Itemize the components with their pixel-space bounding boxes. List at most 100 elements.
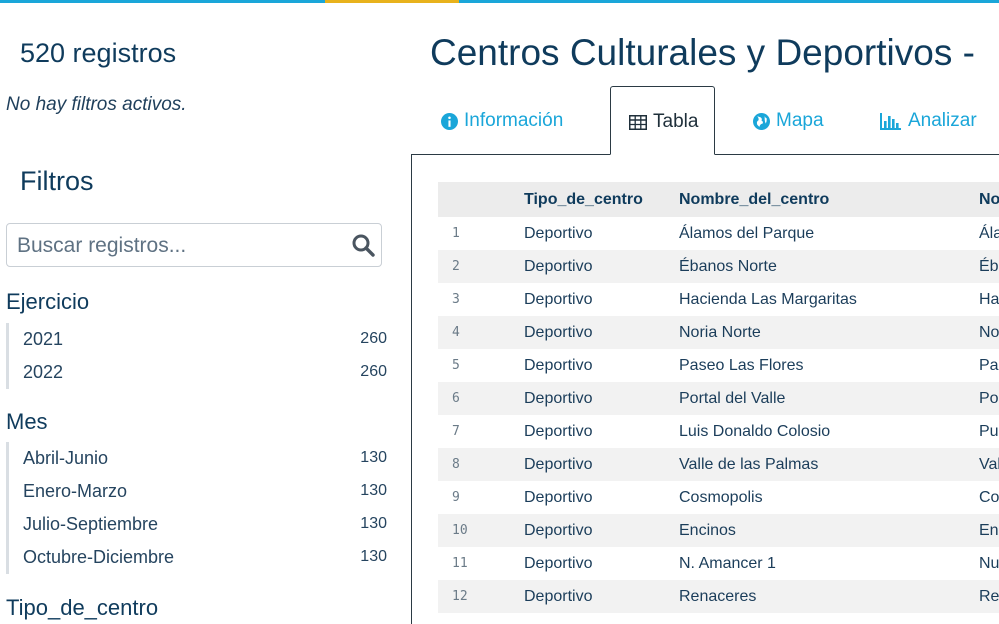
cell-index: 6 (438, 382, 524, 415)
facet-item-count: 260 (360, 330, 387, 347)
cell-tipo-de-centro: Deportivo (524, 514, 679, 547)
cell-nombre-del-centro: Noria Norte (679, 316, 979, 349)
facet-item[interactable]: 2022 260 (9, 356, 387, 389)
cell-nombre-del-centro: Paseo Las Flores (679, 356, 804, 374)
facet-item[interactable]: Enero-Marzo 130 (9, 475, 387, 508)
cell-tipo-de-centro: Deportivo (524, 554, 593, 572)
top-accent-bar (0, 0, 999, 3)
facet-item-label: Abril-Junio (23, 448, 109, 468)
facet-item-count: 130 (360, 449, 387, 466)
tab-mapa[interactable]: Mapa (753, 86, 853, 154)
cell-truncated: Nu (979, 554, 999, 572)
column-header-index[interactable] (438, 182, 524, 217)
cell-nombre-del-centro: Encinos (679, 514, 979, 547)
cell-tipo-de-centro: Deportivo (524, 224, 593, 242)
no-filters-text: No hay filtros activos. (6, 94, 187, 115)
cell-truncated: Por (979, 382, 999, 415)
facet-list-mes: Abril-Junio 130 Enero-Marzo 130 Julio-Se… (6, 442, 387, 574)
table-row[interactable]: 6DeportivoPortal del VallePor (438, 382, 999, 415)
table-row[interactable]: 9 Deportivo Cosmopolis Co (438, 481, 999, 514)
tab-informacion[interactable]: Información (441, 86, 581, 154)
table-row[interactable]: 3 Deportivo Hacienda Las Margaritas Ha (438, 283, 999, 316)
facet-title-ejercicio: Ejercicio (6, 289, 90, 314)
cell-tipo-de-centro: Deportivo (524, 250, 679, 283)
cell-index: 8 (438, 448, 524, 481)
column-header-nombre-del-centro[interactable]: Nombre_del_centro (679, 182, 979, 217)
table-row[interactable]: 1 Deportivo Álamos del Parque Ála (438, 217, 999, 250)
cell-truncated: Co (979, 488, 999, 506)
table-row[interactable]: 7 Deportivo Luis Donaldo Colosio Pue (438, 415, 999, 448)
search-input[interactable] (15, 230, 349, 262)
facet-item-count: 130 (360, 482, 387, 499)
table-row[interactable]: 10DeportivoEncinosEnc (438, 514, 999, 547)
table-header-row: Tipo_de_centro Nombre_del_centro No (438, 182, 999, 217)
cell-tipo-de-centro: Deportivo (524, 422, 593, 440)
cell-nombre-del-centro: N. Amancer 1 (679, 554, 776, 572)
facet-item-label: Julio-Septiembre (23, 514, 159, 534)
facet-item-label: 2022 (23, 362, 64, 382)
cell-tipo-de-centro: Deportivo (524, 356, 593, 374)
cell-truncated: Ha (979, 290, 999, 308)
cell-truncated: Enc (979, 514, 999, 547)
facet-item-count: 130 (360, 515, 387, 532)
cell-tipo-de-centro: Deportivo (524, 580, 679, 613)
facet-title-mes: Mes (6, 409, 48, 434)
facet-title-tipo-de-centro: Tipo_de_centro (6, 595, 159, 620)
cell-nombre-del-centro: Renaceres (679, 580, 979, 613)
table-row[interactable]: 11 Deportivo N. Amancer 1 Nu (438, 547, 999, 580)
cell-index: 2 (438, 250, 524, 283)
cell-index: 3 (452, 292, 460, 307)
tab-bar: Información Tabla Mapa Analizar (411, 86, 999, 155)
table-row[interactable]: 2DeportivoÉbanos NorteÉba (438, 250, 999, 283)
cell-index: 7 (452, 424, 460, 439)
table-row[interactable]: 4 Deportivo Noria Norte No (438, 316, 999, 349)
tab-label: Tabla (653, 111, 699, 132)
facet-item[interactable]: Octubre-Diciembre 130 (9, 541, 387, 574)
filters-heading: Filtros (20, 166, 94, 196)
search-box (6, 223, 382, 267)
cell-index: 1 (452, 226, 460, 241)
active-nav-indicator (325, 0, 459, 3)
cell-truncated: Pue (979, 422, 999, 440)
table-row[interactable]: 12 Deportivo Renaceres Re (438, 580, 999, 613)
tab-tabla[interactable]: Tabla (610, 86, 715, 155)
table-row[interactable]: 8 Deportivo Valle de las Palmas Val (438, 448, 999, 481)
table-icon (629, 114, 647, 130)
cell-nombre-del-centro: Ébanos Norte (679, 250, 979, 283)
facet-item-count: 260 (360, 363, 387, 380)
cell-truncated: Ála (979, 224, 999, 242)
cell-nombre-del-centro: Luis Donaldo Colosio (679, 422, 831, 440)
search-icon[interactable] (351, 233, 375, 257)
column-header-tipo-de-centro[interactable]: Tipo_de_centro (524, 182, 679, 217)
facet-item-label: 2021 (23, 329, 64, 349)
cell-index: 5 (452, 358, 460, 373)
table-row[interactable]: 5 Deportivo Paseo Las Flores Pas (438, 349, 999, 382)
tab-label: Información (464, 110, 564, 131)
data-table: Tipo_de_centro Nombre_del_centro No 1 Dep… (438, 182, 999, 613)
facet-item[interactable]: Abril-Junio 130 (9, 442, 387, 475)
facet-item[interactable]: 2021 260 (9, 323, 387, 356)
cell-nombre-del-centro: Hacienda Las Margaritas (679, 290, 857, 308)
cell-tipo-de-centro: Deportivo (524, 290, 593, 308)
cell-truncated: Éba (979, 250, 999, 283)
cell-truncated: No (979, 316, 999, 349)
cell-truncated: Re (979, 580, 999, 613)
cell-index: 12 (438, 580, 524, 613)
cell-tipo-de-centro: Deportivo (524, 448, 679, 481)
cell-nombre-del-centro: Portal del Valle (679, 382, 979, 415)
cell-index: 4 (438, 316, 524, 349)
facet-item-label: Octubre-Diciembre (23, 547, 175, 567)
facet-list-ejercicio: 2021 260 2022 260 (6, 323, 387, 389)
cell-tipo-de-centro: Deportivo (524, 316, 679, 349)
cell-nombre-del-centro: Cosmopolis (679, 488, 763, 506)
tab-analizar[interactable]: Analizar (880, 86, 999, 154)
column-header-truncated[interactable]: No (979, 182, 999, 217)
page-title: Centros Culturales y Deportivos - (430, 32, 975, 73)
cell-tipo-de-centro: Deportivo (524, 382, 679, 415)
record-count: 520 registros (20, 38, 177, 68)
cell-index: 10 (438, 514, 524, 547)
facet-item[interactable]: Julio-Septiembre 130 (9, 508, 387, 541)
facet-item-count: 130 (360, 548, 387, 565)
cell-index: 9 (452, 490, 460, 505)
cell-index: 11 (452, 556, 468, 571)
